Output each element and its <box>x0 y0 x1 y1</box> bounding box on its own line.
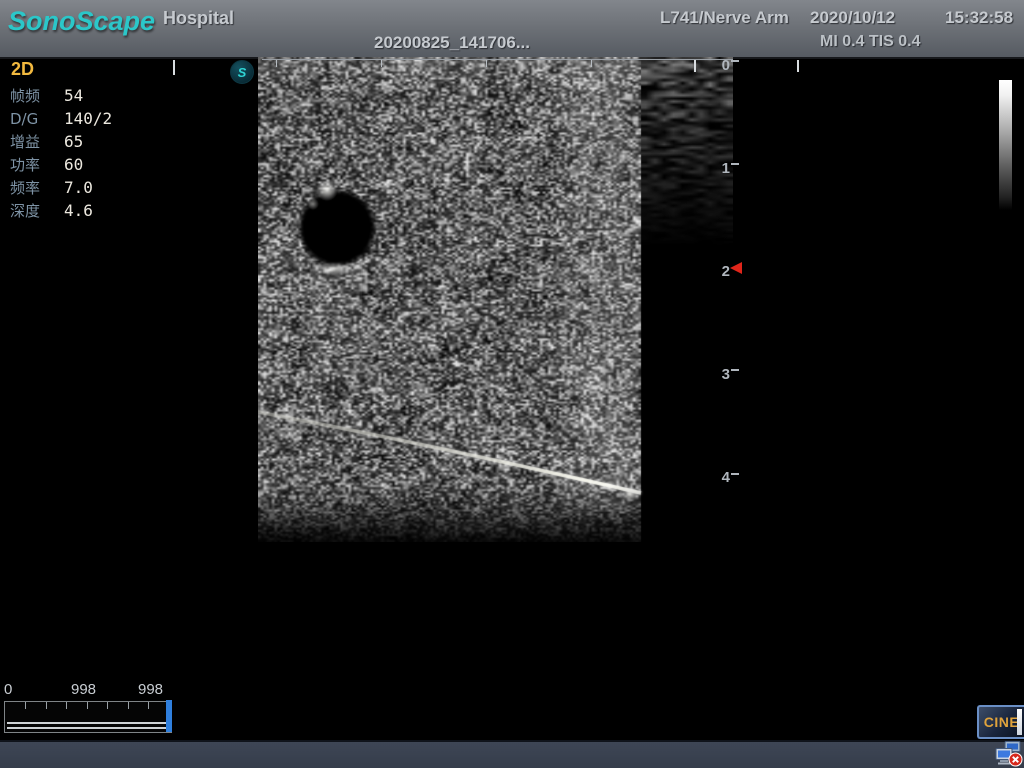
depth-ruler-tick <box>731 473 739 475</box>
param-row-frame-rate: 帧频 54 <box>10 84 112 107</box>
scale-tick <box>276 60 277 67</box>
ultrasound-image <box>258 57 733 542</box>
depth-ruler-label-0: 0 <box>708 57 730 74</box>
param-value: 140/2 <box>64 109 112 128</box>
cine-progress-line <box>7 727 167 729</box>
cine-track-tick <box>128 702 129 709</box>
cine-track-tick <box>66 702 67 709</box>
acoustic-output-readout: MI 0.4 TIS 0.4 <box>820 33 920 51</box>
cine-button-label: CINE <box>984 714 1019 730</box>
cine-start-frame: 0 <box>4 681 12 698</box>
probe-orientation-letter: S <box>238 65 247 80</box>
cine-scrubber-track[interactable] <box>4 701 172 733</box>
param-label: 帧频 <box>10 85 64 106</box>
depth-ruler-tick <box>731 369 739 371</box>
cine-button[interactable]: CINE <box>977 705 1024 739</box>
depth-ruler-label-1: 1 <box>708 160 730 177</box>
scale-tick <box>173 60 175 75</box>
cine-progress-line <box>7 722 167 724</box>
focus-marker-icon <box>730 262 742 274</box>
param-row-gain: 增益 65 <box>10 130 112 153</box>
horizontal-scale-line <box>262 59 733 60</box>
hospital-name: Hospital <box>163 8 234 29</box>
probe-preset: L741/Nerve Arm <box>660 8 789 28</box>
cine-current-frame: 998 <box>71 681 96 698</box>
param-row-depth: 深度 4.6 <box>10 199 112 222</box>
scale-tick <box>694 60 696 72</box>
ultrasound-screen: SonoScape Hospital 20200825_141706... L7… <box>0 0 1024 768</box>
cine-track-tick <box>87 702 88 709</box>
ultrasound-speckle-canvas <box>258 57 733 542</box>
imaging-parameters: 帧频 54 D/G 140/2 增益 65 功率 60 频率 7.0 深度 4.… <box>10 84 112 222</box>
depth-ruler-tick <box>731 163 739 165</box>
network-disconnected-icon[interactable] <box>995 741 1023 767</box>
depth-ruler-label-2: 2 <box>708 263 730 280</box>
param-label: 深度 <box>10 200 64 221</box>
cine-track-tick <box>25 702 26 709</box>
param-row-dynamic-gray: D/G 140/2 <box>10 107 112 130</box>
param-value: 4.6 <box>64 201 93 220</box>
probe-orientation-icon: S <box>230 60 254 84</box>
cine-track-tick <box>148 702 149 709</box>
param-label: 功率 <box>10 154 64 175</box>
param-value: 65 <box>64 132 83 151</box>
system-time: 15:32:58 <box>945 8 1013 28</box>
mode-2d-label: 2D <box>11 59 34 80</box>
scale-tick <box>486 60 487 67</box>
bottom-status-bar <box>0 740 1024 768</box>
cine-track-tick <box>107 702 108 709</box>
top-status-bar: SonoScape Hospital 20200825_141706... L7… <box>0 0 1024 59</box>
scale-tick <box>591 60 592 67</box>
depth-ruler-tick <box>731 60 739 62</box>
cine-track-tick <box>46 702 47 709</box>
cine-button-edge <box>1017 709 1022 735</box>
param-row-power: 功率 60 <box>10 153 112 176</box>
param-value: 54 <box>64 86 83 105</box>
exam-id: 20200825_141706... <box>374 33 530 53</box>
param-row-frequency: 频率 7.0 <box>10 176 112 199</box>
grayscale-map-bar <box>999 80 1012 210</box>
scale-tick <box>797 60 799 72</box>
cine-total-frames: 998 <box>138 681 163 698</box>
sonoscape-logo: SonoScape <box>8 6 155 37</box>
param-label: 频率 <box>10 177 64 198</box>
scale-tick <box>381 60 382 67</box>
param-value: 60 <box>64 155 83 174</box>
param-label: D/G <box>10 110 64 128</box>
system-date: 2020/10/12 <box>810 8 895 28</box>
depth-ruler-label-4: 4 <box>708 469 730 486</box>
param-value: 7.0 <box>64 178 93 197</box>
cine-position-marker[interactable] <box>166 700 172 732</box>
depth-ruler-label-3: 3 <box>708 366 730 383</box>
param-label: 增益 <box>10 131 64 152</box>
